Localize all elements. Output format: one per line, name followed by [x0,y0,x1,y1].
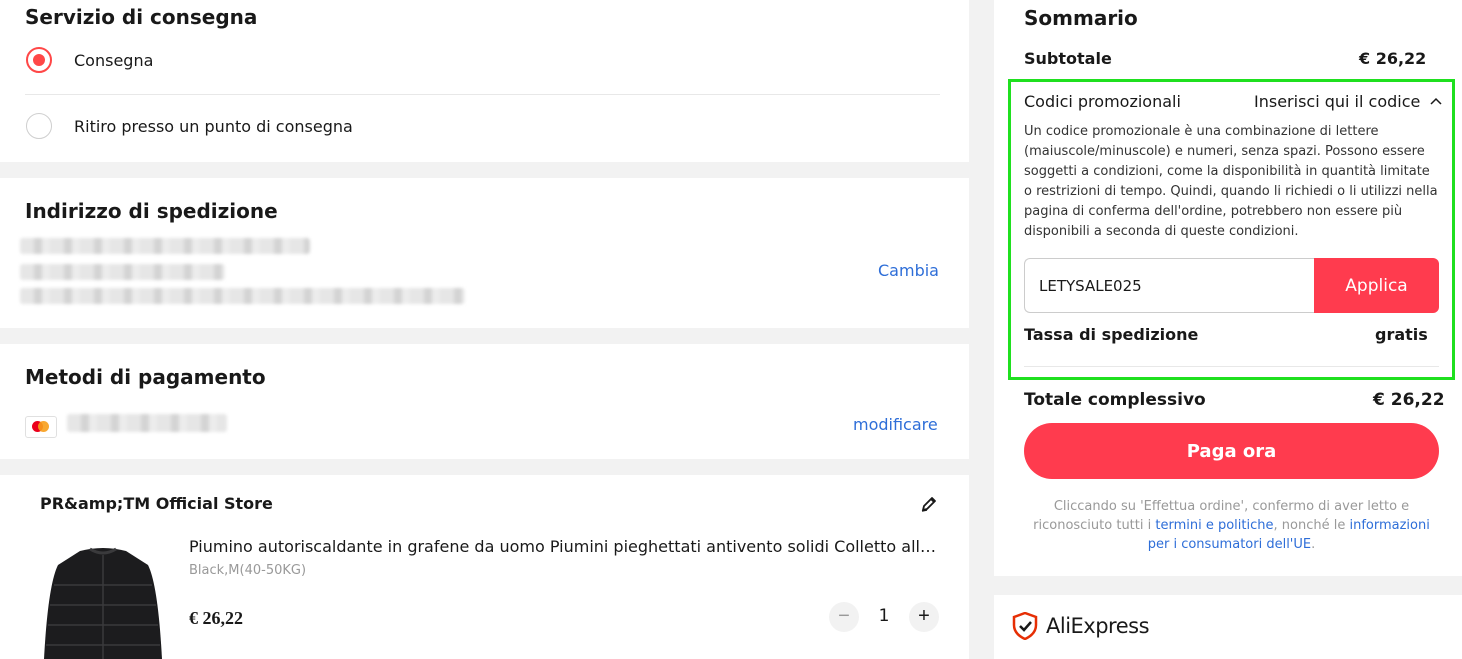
product-title[interactable]: Piumino autoriscaldante in grafene da uo… [189,537,941,556]
payment-title: Metodi di pagamento [25,365,266,389]
payment-card: Metodi di pagamento modificare [0,344,969,459]
divider [25,94,940,95]
edit-icon[interactable] [919,494,939,514]
radio-unselected-icon[interactable] [26,113,52,139]
redacted-address-line [20,264,225,280]
chevron-up-icon[interactable] [1430,95,1442,107]
delivery-option-label: Ritiro presso un punto di consegna [74,116,353,136]
total-value: € 26,22 [1373,390,1445,410]
delivery-option-home[interactable]: Consegna [26,47,153,73]
promo-toggle[interactable]: Inserisci qui il codice [1254,92,1420,111]
summary-title: Sommario [1024,6,1138,30]
promo-description: Un codice promozionale è una combinazion… [1024,124,1438,239]
product-price: € 26,22 [189,608,243,628]
apply-promo-button[interactable]: Applica [1314,258,1439,313]
promo-code-input[interactable] [1024,258,1314,313]
shipping-label: Tassa di spedizione [1024,325,1199,344]
quantity-increase-button[interactable]: + [909,602,939,632]
pay-now-button[interactable]: Paga ora [1024,423,1439,479]
delivery-title: Servizio di consegna [25,5,258,29]
subtotal-value: € 26,22 [1359,49,1427,68]
redacted-address-line [20,238,310,254]
legal-notice: Cliccando su 'Effettua ordine', confermo… [1024,497,1439,554]
change-address-link[interactable]: Cambia [878,261,939,280]
shipping-value: gratis [1375,325,1428,344]
shield-icon [1012,612,1038,640]
total-label: Totale complessivo [1024,390,1206,410]
delivery-card: Servizio di consegna Consegna Ritiro pre… [0,0,969,162]
legal-text: . [1311,537,1316,552]
radio-selected-icon[interactable] [26,47,52,73]
redacted-address-line [20,288,465,304]
redacted-card-number [67,414,227,432]
subtotal-label: Subtotale [1024,49,1112,68]
delivery-option-pickup[interactable]: Ritiro presso un punto di consegna [26,113,353,139]
product-image[interactable] [40,545,166,659]
promo-label: Codici promozionali [1024,92,1181,111]
aliexpress-logo: AliExpress [1012,612,1150,640]
change-payment-link[interactable]: modificare [853,415,938,434]
product-variant: Black,M(40-50KG) [189,563,307,578]
store-name[interactable]: PR&amp;TM Official Store [40,494,273,513]
quantity-value: 1 [878,606,890,626]
mastercard-icon [25,416,57,438]
address-card: Indirizzo di spedizione Cambia [0,178,969,328]
quantity-decrease-button[interactable]: − [829,602,859,632]
divider [1024,366,1439,367]
brand-name: AliExpress [1046,614,1150,638]
delivery-option-label: Consegna [74,50,154,70]
terms-link[interactable]: termini e politiche [1155,518,1273,533]
legal-text: , nonché le [1273,518,1350,533]
address-title: Indirizzo di spedizione [25,199,278,223]
